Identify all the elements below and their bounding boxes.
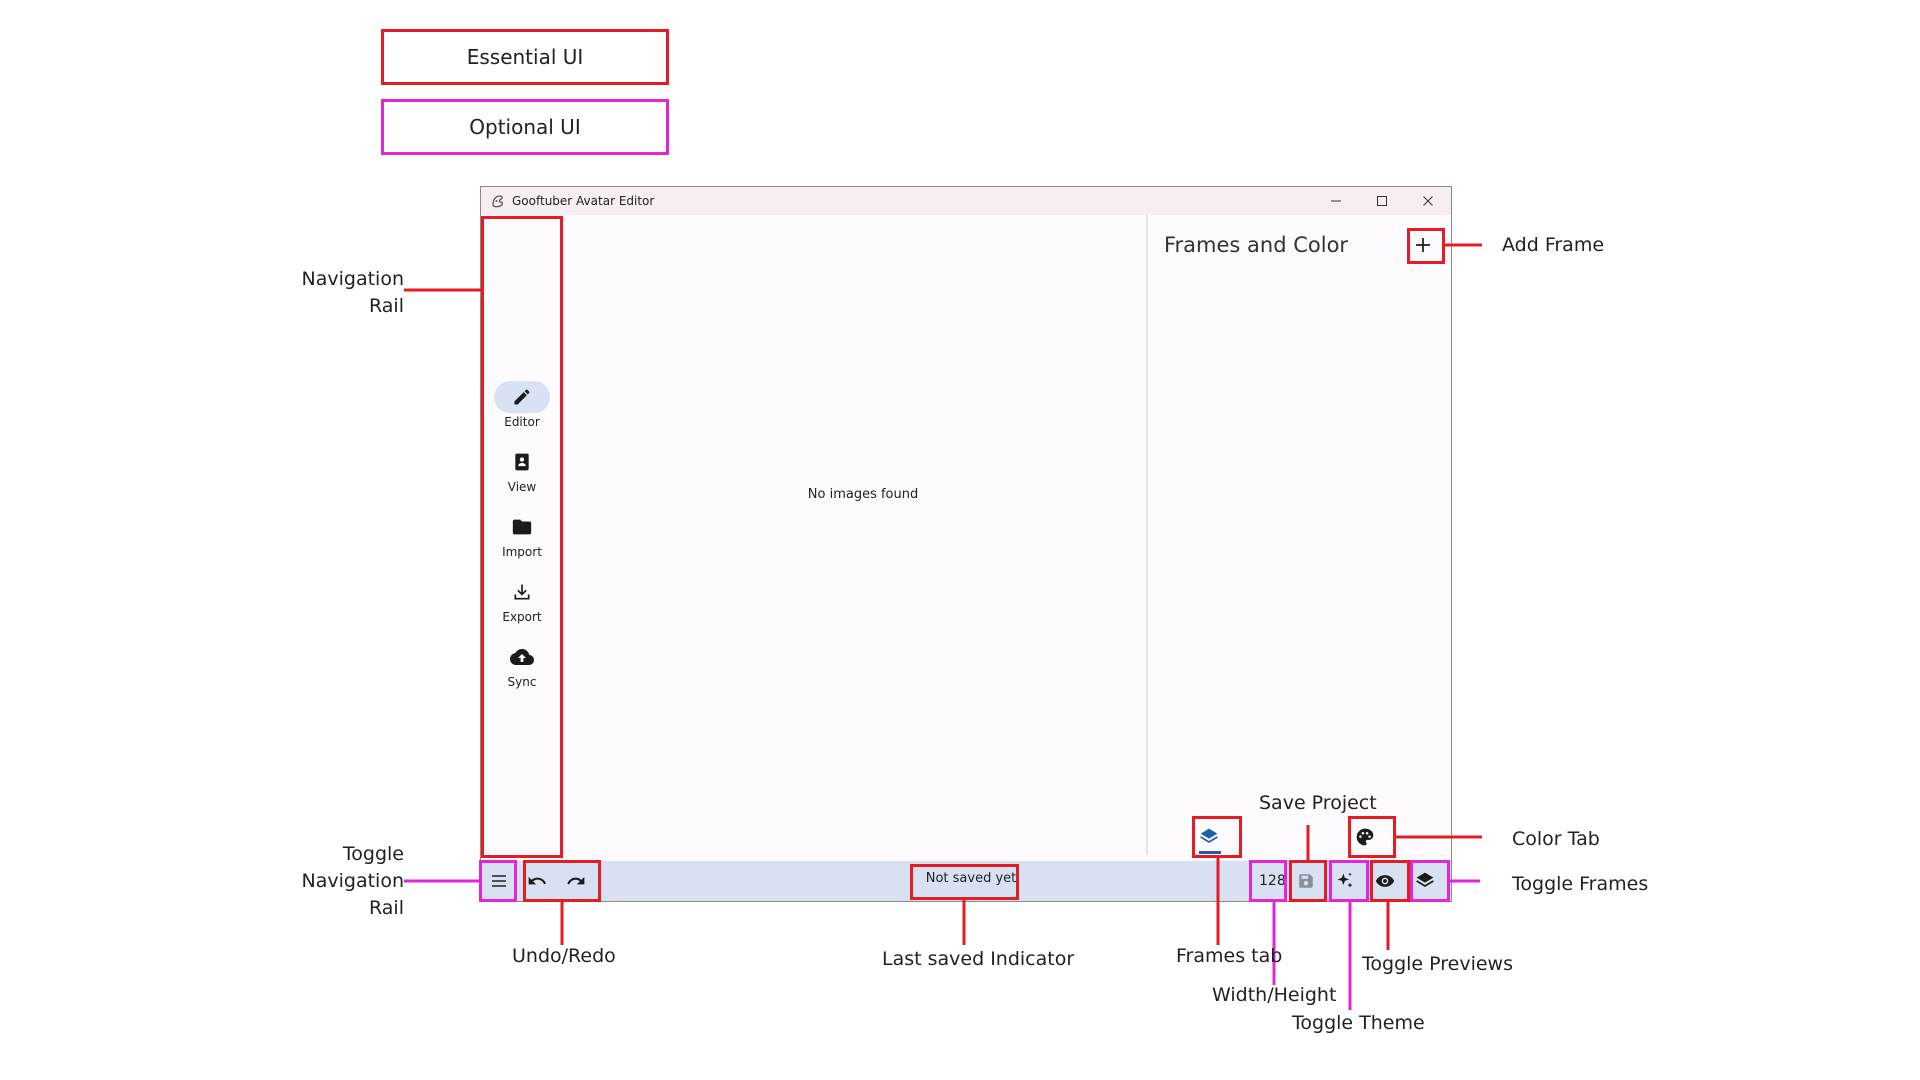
callout-undo-redo: Undo/Redo [512,945,616,967]
callout-navigation-rail-line2: Rail [369,295,404,317]
callout-save-project: Save Project [1259,792,1377,814]
callout-frames-tab: Frames tab [1176,945,1283,967]
callout-toggle-theme: Toggle Theme [1292,1012,1425,1034]
callout-color-tab: Color Tab [1512,828,1600,850]
callout-last-saved: Last saved Indicator [882,948,1075,970]
callout-width-height: Width/Height [1212,984,1337,1006]
callout-toggle-nav-line1: Toggle [342,843,404,865]
callout-navigation-rail-line1: Navigation [301,268,404,290]
callout-toggle-previews: Toggle Previews [1362,953,1513,975]
callout-toggle-nav-line2: Navigation [301,870,404,892]
callout-toggle-navigation-rail: Toggle Navigation Rail [280,841,404,922]
callout-toggle-frames: Toggle Frames [1512,873,1649,895]
callout-toggle-nav-line3: Rail [369,897,404,919]
callout-add-frame: Add Frame [1502,234,1605,256]
callout-navigation-rail: Navigation Rail [280,266,404,320]
